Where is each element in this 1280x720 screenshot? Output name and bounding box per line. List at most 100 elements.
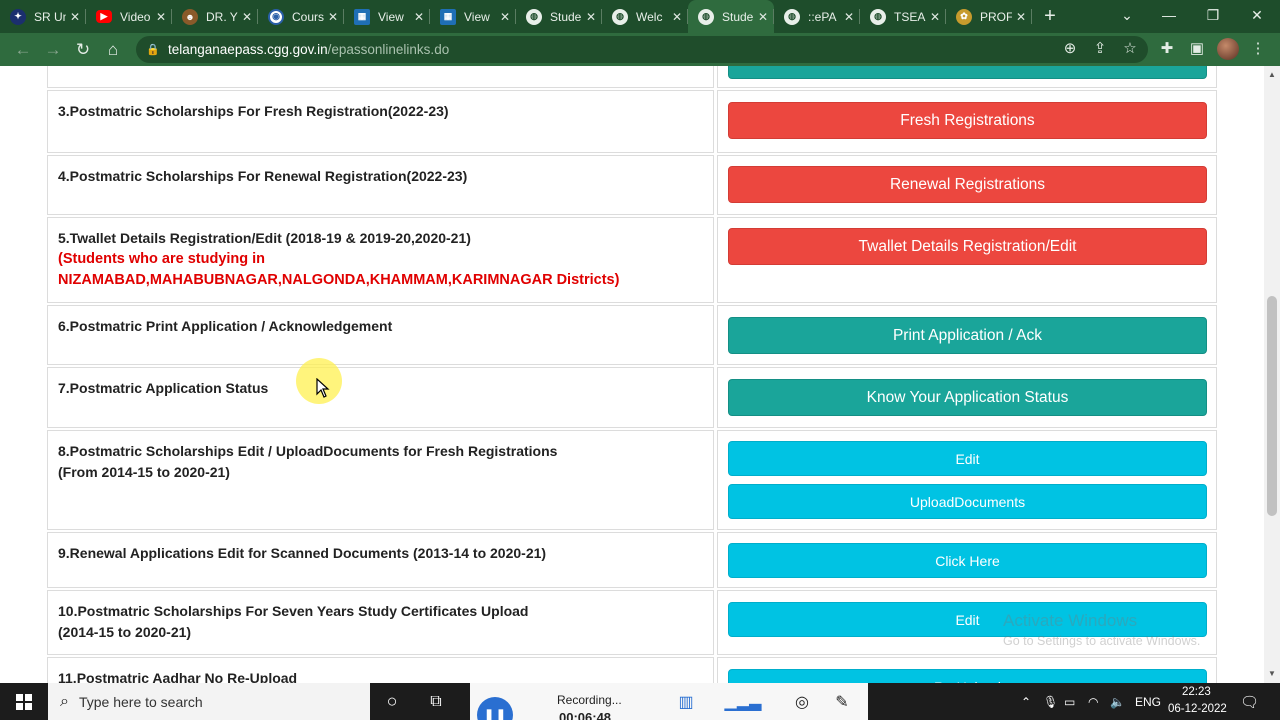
application-status-button[interactable]: Know Your Application Status <box>728 379 1207 416</box>
close-tab-icon[interactable]: ✕ <box>70 10 80 24</box>
activate-windows-subtitle: Go to Settings to activate Windows. <box>1003 634 1201 648</box>
side-panel-icon[interactable]: ▣ <box>1185 37 1209 61</box>
close-tab-icon[interactable]: ✕ <box>414 10 424 24</box>
row-action-cell: Know Your Application Status <box>717 367 1217 428</box>
browser-tab[interactable]: ▶ Video ✕ <box>86 0 172 33</box>
renewal-registrations-button[interactable]: Renewal Registrations <box>728 166 1207 203</box>
row-title: 6.Postmatric Print Application / Acknowl… <box>58 318 393 334</box>
browser-tab[interactable]: ✦SR Univ✕ <box>0 0 86 33</box>
twallet-registration-button[interactable]: Twallet Details Registration/Edit <box>728 228 1207 265</box>
reload-icon[interactable]: ↻ <box>68 35 98 65</box>
bookmark-star-icon[interactable]: ☆ <box>1118 37 1142 61</box>
clock-time[interactable]: 22:23 <box>1182 686 1211 698</box>
row-action-cell: Click Here <box>717 532 1217 588</box>
task-view-icon[interactable]: ⧉ <box>414 683 458 720</box>
new-tab-button[interactable]: + <box>1032 5 1068 28</box>
cortana-icon[interactable]: ○ <box>370 683 414 720</box>
close-tab-icon[interactable]: ✕ <box>586 10 596 24</box>
clock-date[interactable]: 06-12-2022 <box>1168 703 1227 715</box>
row-action-cell: Twallet Details Registration/Edit <box>717 217 1217 303</box>
battery-icon[interactable]: ▭ <box>1064 683 1075 720</box>
row-label-cell: 3.Postmatric Scholarships For Fresh Regi… <box>47 90 714 153</box>
browser-tab[interactable]: ◉Course✕ <box>258 0 344 33</box>
browser-tab[interactable]: ✿ PROF ✕ <box>946 0 1032 33</box>
browser-tab[interactable]: ☻ DR. Y ✕ <box>172 0 258 33</box>
forward-arrow-icon[interactable]: → <box>38 35 68 65</box>
close-tab-icon[interactable]: ✕ <box>156 10 166 24</box>
audio-level-icon[interactable]: ▁▂▃ <box>718 683 768 720</box>
scrollbar-thumb[interactable] <box>1267 296 1277 516</box>
share-icon[interactable]: ⇪ <box>1088 37 1112 61</box>
volume-icon[interactable]: 🔈 <box>1110 683 1125 720</box>
windows-logo-icon <box>16 693 32 710</box>
restore-icon[interactable]: ❐ <box>1190 0 1236 30</box>
home-icon[interactable]: ⌂ <box>98 35 128 65</box>
scroll-up-arrow-icon[interactable]: ▲ <box>1268 70 1276 79</box>
show-hidden-icons[interactable]: ⌃ <box>1021 683 1031 720</box>
edit-button[interactable]: Edit <box>728 441 1207 476</box>
table-row: 6.Postmatric Print Application / Acknowl… <box>47 305 1217 365</box>
tab-strip: ✦SR Univ✕ ▶Video✕ ☻DR. Y✕ ◉Course✕ ▦View… <box>0 0 1280 33</box>
upload-documents-button[interactable]: UploadDocuments <box>728 484 1207 519</box>
previous-row-button[interactable] <box>728 66 1207 79</box>
table-row: 9.Renewal Applications Edit for Scanned … <box>47 532 1217 588</box>
scroll-down-arrow-icon[interactable]: ▼ <box>1268 669 1276 678</box>
browser-tab-active[interactable]: ◍ Stude ✕ <box>688 0 774 33</box>
start-button[interactable] <box>0 683 48 720</box>
row-label-cell: 10.Postmatric Scholarships For Seven Yea… <box>47 590 714 655</box>
page-viewport: 3.Postmatric Scholarships For Fresh Regi… <box>0 66 1264 683</box>
row-label-cell: 9.Renewal Applications Edit for Scanned … <box>47 532 714 588</box>
extensions-icon[interactable]: ✚ <box>1155 37 1179 61</box>
row-label-cell: 11.Postmatric Aadhar No Re-Upload <box>47 657 714 683</box>
mouse-pointer-icon <box>316 378 330 398</box>
language-indicator[interactable]: ENG <box>1135 683 1161 720</box>
zoom-icon[interactable]: ⊕ <box>1058 37 1082 61</box>
row-title: 7.Postmatric Application Status <box>58 380 269 396</box>
close-tab-icon[interactable]: ✕ <box>242 10 252 24</box>
browser-tab[interactable]: ▦ View ✕ <box>344 0 430 33</box>
notifications-icon[interactable]: 🗨 <box>1240 683 1259 720</box>
emblem-icon: ✿ <box>956 8 972 25</box>
browser-tab[interactable]: ▦ View ✕ <box>430 0 516 33</box>
address-bar[interactable]: 🔒 telanganaepass.cgg.gov.in/epassonlinel… <box>136 36 1148 63</box>
close-tab-icon[interactable]: ✕ <box>844 10 854 24</box>
wifi-icon[interactable]: ◠ <box>1088 683 1098 720</box>
close-tab-icon[interactable]: ✕ <box>500 10 510 24</box>
print-application-button[interactable]: Print Application / Ack <box>728 317 1207 354</box>
district-note-line2: NIZAMABAD,MAHABUBNAGAR,NALGONDA,KHAMMAM,… <box>58 272 620 288</box>
back-arrow-icon[interactable]: ← <box>8 35 38 65</box>
fresh-registrations-button[interactable]: Fresh Registrations <box>728 102 1207 139</box>
browser-tab[interactable]: ◍ TSEA ✕ <box>860 0 946 33</box>
taskbar-search-box[interactable]: ⌕ Type here to search <box>48 683 370 720</box>
close-tab-icon[interactable]: ✕ <box>328 10 338 24</box>
url-path: /epassonlinelinks.do <box>327 42 450 57</box>
menu-kebab-icon[interactable]: ⋮ <box>1246 37 1270 61</box>
close-tab-icon[interactable]: ✕ <box>930 10 940 24</box>
pen-icon[interactable]: ✎ <box>820 683 864 720</box>
close-tab-icon[interactable]: ✕ <box>1016 10 1026 24</box>
microphone-icon[interactable]: 🎙 <box>1043 683 1058 720</box>
row-subtitle: (From 2014-15 to 2020-21) <box>58 464 230 480</box>
browser-tab[interactable]: ◍ Stude ✕ <box>516 0 602 33</box>
tab-search-icon[interactable]: ⌄ <box>1104 0 1150 30</box>
table-row: 7.Postmatric Application Status Know You… <box>47 367 1217 428</box>
close-window-icon[interactable]: ✕ <box>1234 0 1280 30</box>
minimize-icon[interactable]: — <box>1146 0 1192 30</box>
click-here-button[interactable]: Click Here <box>728 543 1207 578</box>
close-tab-icon[interactable]: ✕ <box>672 10 682 24</box>
close-tab-icon[interactable]: ✕ <box>758 10 768 24</box>
record-target-icon[interactable]: ◎ <box>780 683 824 720</box>
row-label-cell: 8.Postmatric Scholarships Edit / UploadD… <box>47 430 714 530</box>
page-scrollbar[interactable]: ▲ ▼ <box>1264 66 1280 683</box>
row-title: 10.Postmatric Scholarships For Seven Yea… <box>58 603 529 619</box>
bar-chart-icon[interactable]: ▥ <box>664 683 708 720</box>
browser-tab[interactable]: ◍ Welc ✕ <box>602 0 688 33</box>
globe-icon: ◍ <box>526 8 542 25</box>
portrait-icon: ☻ <box>182 8 198 25</box>
profile-avatar[interactable] <box>1217 38 1239 60</box>
browser-tab[interactable]: ◍::ePA ✕ <box>774 0 860 33</box>
globe-icon: ◍ <box>784 8 800 25</box>
row-label-cell: 4.Postmatric Scholarships For Renewal Re… <box>47 155 714 215</box>
row-label-cell: 7.Postmatric Application Status <box>47 367 714 428</box>
re-upload-button[interactable]: Re-Upload <box>728 669 1207 683</box>
